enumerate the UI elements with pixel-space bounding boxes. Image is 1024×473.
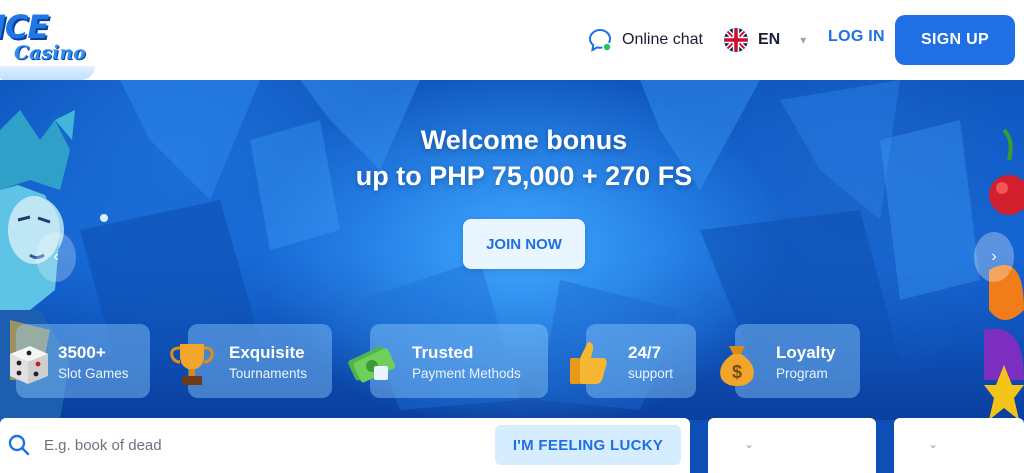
feature-title: 3500+: [58, 343, 106, 362]
feature-title: Loyalty: [776, 343, 836, 362]
search-icon[interactable]: [8, 434, 30, 456]
carousel-prev-button[interactable]: ‹: [36, 232, 76, 282]
search-input[interactable]: [44, 432, 474, 458]
chevron-down-icon: ⌄: [744, 437, 755, 451]
hero-banner: Welcome bonus up to PHP 75,000 + 270 FS …: [0, 80, 1024, 420]
online-chat-label: Online chat: [622, 31, 703, 48]
casino-logo[interactable]: ICE Casino: [0, 4, 95, 80]
login-button[interactable]: LOG IN: [828, 28, 885, 46]
signup-button[interactable]: SIGN UP: [895, 15, 1015, 65]
feature-subtitle: support: [628, 366, 674, 381]
site-header: ICE Casino Online chat EN ▾ LOG IN SIGN …: [0, 0, 1024, 80]
logo-text-main: ICE: [0, 8, 49, 46]
dice-icon: [2, 336, 54, 388]
svg-text:$: $: [732, 362, 742, 382]
language-code: EN: [758, 31, 781, 48]
logo-snow-decoration: [0, 66, 95, 80]
chevron-down-icon: ⌄: [928, 437, 939, 451]
chevron-right-icon: ›: [991, 248, 997, 265]
provider-dropdown[interactable]: ⌄: [708, 418, 876, 473]
feature-card-support[interactable]: 24/7 support: [570, 324, 696, 398]
feature-card-tournaments[interactable]: Exquisite Tournaments: [170, 324, 332, 398]
feature-title: Exquisite: [229, 343, 305, 362]
feature-title: Trusted: [412, 343, 474, 362]
logo-text-sub: Casino: [14, 42, 86, 64]
feature-subtitle: Payment Methods: [412, 366, 521, 381]
feature-subtitle: Tournaments: [229, 366, 308, 381]
join-now-button[interactable]: JOIN NOW: [463, 219, 585, 269]
feature-card-payment-methods[interactable]: Trusted Payment Methods: [348, 324, 548, 398]
language-selector[interactable]: EN ▾: [724, 27, 806, 53]
feature-card-slot-games[interactable]: 3500+ Slot Games: [10, 324, 150, 398]
carousel-next-button[interactable]: ›: [974, 232, 1014, 282]
feature-subtitle: Slot Games: [58, 366, 129, 381]
chevron-down-icon: ▾: [800, 33, 807, 47]
feature-subtitle: Program: [776, 366, 828, 381]
feeling-lucky-button[interactable]: I'M FEELING LUCKY: [495, 425, 681, 465]
chevron-left-icon: ‹: [53, 248, 59, 265]
welcome-bonus-headline: Welcome bonus up to PHP 75,000 + 270 FS: [212, 122, 836, 194]
category-dropdown[interactable]: ⌄: [894, 418, 1024, 473]
trophy-icon: [166, 336, 218, 388]
headline-line-1: Welcome bonus: [420, 125, 628, 155]
feature-card-loyalty[interactable]: $ Loyalty Program: [720, 324, 860, 398]
headline-line-2: up to PHP 75,000 + 270 FS: [355, 161, 693, 191]
money-bag-icon: $: [711, 336, 763, 388]
money-icon: [344, 336, 396, 388]
uk-flag-icon: [724, 28, 748, 52]
online-chat-button[interactable]: Online chat: [588, 27, 703, 53]
feature-title: 24/7: [628, 343, 662, 362]
chat-bubble-icon: [588, 28, 612, 52]
thumbs-up-icon: [562, 336, 614, 388]
